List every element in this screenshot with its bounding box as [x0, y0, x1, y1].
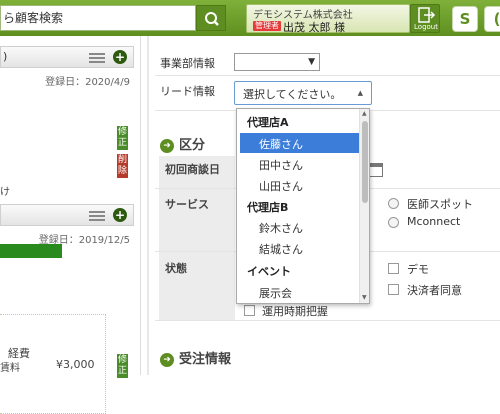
edit-badge-2[interactable]: 修正	[117, 354, 128, 378]
lead-info-select[interactable]: 選択してください。 ▲	[234, 81, 372, 105]
scroll-down-icon[interactable]: ▼	[362, 294, 367, 301]
option-item[interactable]: 結城さん	[259, 241, 303, 257]
option-group-b: 代理店B	[247, 201, 289, 214]
mconnect-radio[interactable]	[388, 217, 399, 228]
menu-button-2[interactable]: (	[484, 6, 500, 32]
section-order-text: 受注情報	[179, 352, 232, 367]
arrow-circle-icon: ➜	[160, 352, 174, 367]
search-button[interactable]	[196, 5, 226, 31]
role-badge: 管理者	[253, 21, 281, 31]
lead-options-list: 代理店A 佐藤さん 田中さん 山田さん 代理店B 鈴木さん 結城さん イベント …	[236, 108, 370, 304]
menu-button-1[interactable]: S	[452, 6, 478, 32]
service-label: サービス	[165, 198, 209, 211]
operation-time-checkbox[interactable]	[244, 305, 255, 316]
section-order-title: ➜ 受注情報	[160, 348, 231, 367]
menu-icon[interactable]	[89, 211, 105, 221]
option-group-a: 代理店A	[247, 116, 289, 129]
operation-time-label: 運用時期把握	[262, 305, 328, 318]
amount-value: ¥3,000	[56, 358, 95, 371]
option-item[interactable]: 山田さん	[259, 178, 303, 194]
delete-badge[interactable]: 削除	[117, 154, 128, 178]
calendar-icon[interactable]	[369, 163, 383, 177]
search-icon	[205, 12, 219, 26]
option-item[interactable]: 田中さん	[259, 157, 303, 173]
customer-card-header-2: +	[0, 204, 134, 226]
fee-label: 賃料	[0, 363, 20, 374]
first-meeting-label: 初回商談日	[165, 163, 220, 176]
dropdown-scrollbar[interactable]: ▲ ▼	[359, 109, 369, 303]
option-item[interactable]: 佐藤さん	[259, 136, 303, 152]
mconnect-label: Mconnect	[407, 215, 461, 228]
doctor-spot-label: 医師スポット	[407, 198, 473, 211]
menu-icon[interactable]	[89, 53, 105, 63]
dept-info-label: 事業部情報	[160, 57, 215, 70]
option-group-event: イベント	[247, 265, 291, 278]
logout-button[interactable]: Logout	[410, 4, 440, 33]
logout-icon	[418, 7, 436, 23]
user-name: 出茂 太郎 様	[283, 21, 345, 34]
payer-agree-checkbox[interactable]	[388, 284, 399, 295]
card-note: け	[0, 187, 10, 198]
row-divider	[155, 320, 500, 321]
status-bar	[0, 244, 62, 258]
dept-select[interactable]: ▼	[234, 53, 320, 71]
scroll-thumb[interactable]	[362, 121, 368, 203]
option-item[interactable]: 展示会	[259, 285, 292, 301]
registration-date: 登録日：2020/4/9	[45, 77, 130, 88]
card-title: )	[3, 50, 8, 63]
lead-info-label: リード情報	[160, 85, 215, 98]
arrow-circle-icon: ➜	[160, 138, 174, 153]
doctor-spot-radio[interactable]	[388, 198, 399, 209]
caret-up-icon: ▲	[357, 89, 363, 97]
customer-list-panel: ) + 登録日：2020/4/9 修正 削除 け + 登録日：2019/12/5…	[0, 36, 140, 414]
edit-badge[interactable]: 修正	[117, 126, 128, 150]
option-item[interactable]: 鈴木さん	[259, 220, 303, 236]
customer-search-input[interactable]: ら顧客検索	[0, 5, 196, 31]
section-category-text: 区分	[179, 138, 206, 153]
user-info-card: デモシステム株式会社 管理者 出茂 太郎 様	[246, 4, 410, 34]
top-header: ら顧客検索 デモシステム株式会社 管理者 出茂 太郎 様 Logout S (	[0, 0, 500, 36]
row-divider	[155, 75, 500, 76]
demo-label: デモ	[407, 263, 429, 276]
lead-select-placeholder: 選択してください。	[243, 88, 342, 101]
scroll-up-icon[interactable]: ▲	[362, 110, 367, 117]
logout-label: Logout	[414, 23, 438, 31]
payer-agree-label: 決済者同意	[407, 284, 462, 297]
add-icon[interactable]: +	[113, 50, 127, 64]
section-category-title: ➜ 区分	[160, 134, 205, 153]
panel-divider	[140, 36, 154, 375]
customer-card-header: ) +	[0, 46, 134, 68]
add-icon[interactable]: +	[113, 208, 127, 222]
demo-checkbox[interactable]	[388, 263, 399, 274]
status-label: 状態	[165, 262, 187, 275]
